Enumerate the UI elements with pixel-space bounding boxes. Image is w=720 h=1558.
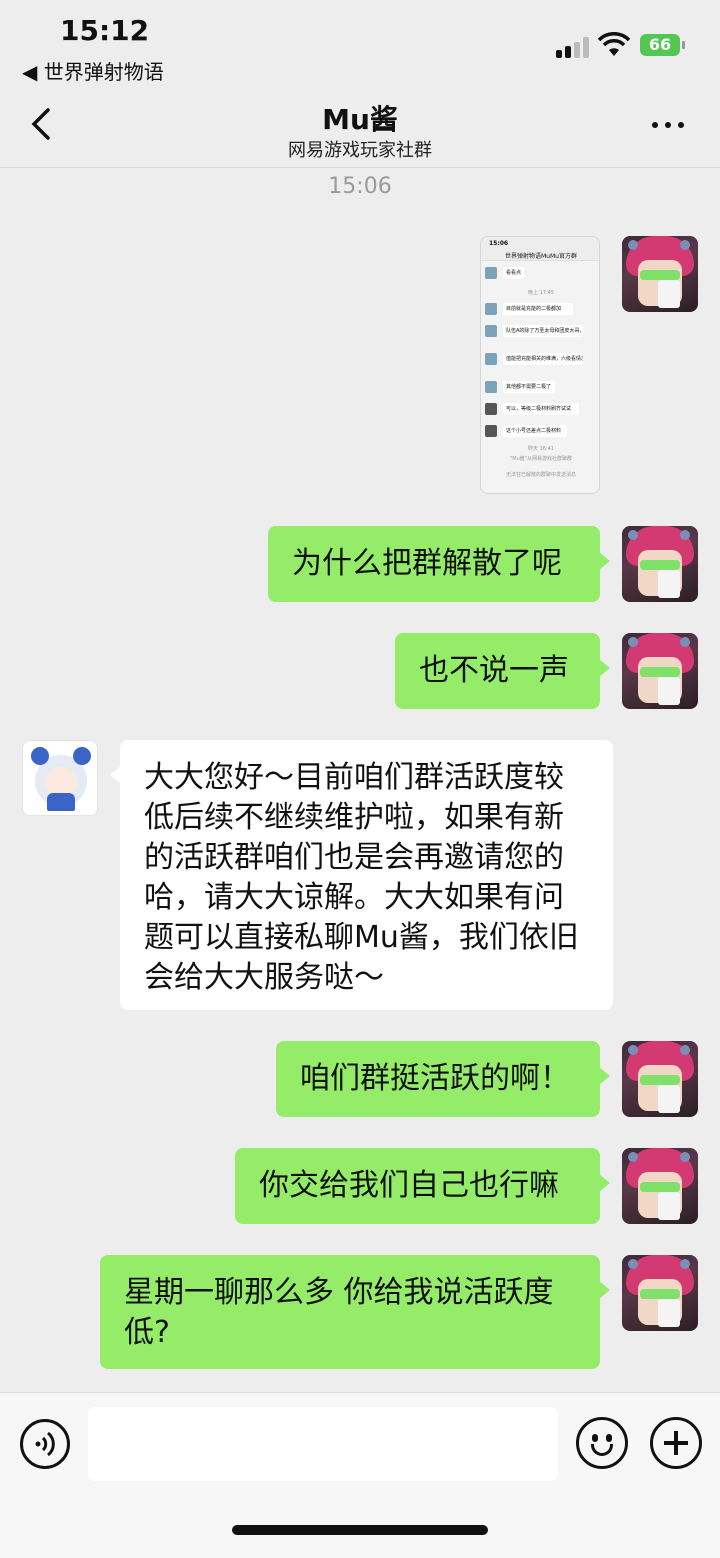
thumb-note: "Mu酱"从网易游戏社群聊群 <box>509 456 573 462</box>
more-options-icon[interactable] <box>650 114 686 134</box>
my-avatar[interactable] <box>622 1148 698 1224</box>
battery-tip <box>682 41 685 49</box>
cellular-signal-icon <box>556 36 592 58</box>
status-bar: 15:12 ◀ 世界弹射物语 66 <box>0 0 720 90</box>
my-message-bubble[interactable]: 星期一聊那么多 你给我说活跃度低? <box>100 1255 610 1369</box>
my-message-bubble[interactable]: 咱们群挺活跃的啊！ <box>276 1041 610 1117</box>
home-indicator[interactable] <box>232 1525 488 1535</box>
my-message-bubble[interactable]: 你交给我们自己也行嘛 <box>235 1148 610 1224</box>
message-input[interactable] <box>88 1407 558 1481</box>
message-input-bar <box>0 1392 720 1558</box>
wifi-icon <box>598 32 630 56</box>
thumb-row: 队伍A的除了万圣太母和团皮大哥，其他都基本全二极 <box>485 325 597 339</box>
message-text: 也不说一声 <box>419 653 569 688</box>
my-message-bubble[interactable]: 也不说一声 <box>395 633 610 709</box>
thumb-row: 其他都不需要二极了 <box>485 381 597 395</box>
status-time: 15:12 <box>60 14 150 47</box>
my-avatar[interactable] <box>622 633 698 709</box>
message-text: 咱们群挺活跃的啊！ <box>300 1061 570 1096</box>
thumb-title: 世界弹射物语MuMu官方群 <box>505 253 577 260</box>
mu-jiang-avatar[interactable] <box>22 740 98 816</box>
message-text: 为什么把群解散了呢 <box>292 546 562 581</box>
thumb-row: 看看点 <box>485 267 597 281</box>
battery-level: 66 <box>648 35 672 54</box>
my-message-bubble[interactable]: 为什么把群解散了呢 <box>268 526 610 602</box>
my-avatar[interactable] <box>622 1255 698 1331</box>
message-text: 星期一聊那么多 你给我说活跃度低? <box>124 1275 554 1350</box>
chat-header: Mu酱 网易游戏玩家社群 <box>0 90 720 168</box>
back-to-app-link[interactable]: ◀ 世界弹射物语 <box>22 56 164 85</box>
voice-input-icon[interactable] <box>20 1419 70 1469</box>
other-message-bubble[interactable]: 大大您好～目前咱们群活跃度较低后续不继续维护啦，如果有新的活跃群咱们也是会再邀请… <box>110 740 613 1010</box>
battery-indicator: 66 <box>640 34 680 56</box>
my-avatar[interactable] <box>622 236 698 312</box>
thumb-row: 可以，等级二极材料刷齐试试 <box>485 403 597 417</box>
thumb-row: 值能把充能相关的维满，六级看情况开 <box>485 353 597 367</box>
thumb-note: 无法在已解散的群聊中发送消息 <box>505 472 576 478</box>
thumb-note: 晚上 17:45 <box>528 290 554 296</box>
chat-title: Mu酱 <box>322 103 398 136</box>
thumb-row: 目前就是充能的二极都加 <box>485 303 597 317</box>
message-timestamp: 15:06 <box>328 174 392 199</box>
thumb-note: 昨天 16:41 <box>528 446 554 452</box>
screenshot-image-message[interactable]: 15:06 世界弹射物语MuMu官方群 看看点 晚上 17:45 目前就是充能的… <box>480 236 600 494</box>
my-avatar[interactable] <box>622 526 698 602</box>
emoji-icon[interactable] <box>576 1417 628 1469</box>
thumb-time: 15:06 <box>489 240 509 247</box>
add-attachment-icon[interactable] <box>650 1417 702 1469</box>
my-avatar[interactable] <box>622 1041 698 1117</box>
thumb-row: 这个小号还差点二极材料 <box>485 425 597 439</box>
message-text: 大大您好～目前咱们群活跃度较低后续不继续维护啦，如果有新的活跃群咱们也是会再邀请… <box>144 760 579 995</box>
thumb-header: 15:06 世界弹射物语MuMu官方群 <box>481 237 599 261</box>
message-text: 你交给我们自己也行嘛 <box>259 1168 559 1203</box>
chat-subtitle: 网易游戏玩家社群 <box>288 140 432 161</box>
